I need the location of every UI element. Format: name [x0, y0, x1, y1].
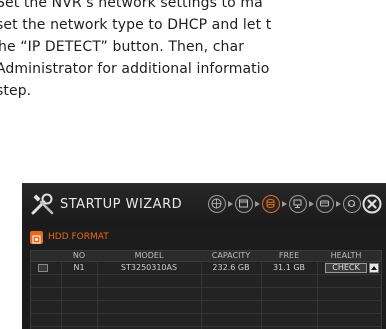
section-title: HDD FORMAT: [48, 232, 109, 242]
wizard-header: STARTUP WIZARD: [22, 184, 386, 226]
cell-no: N1: [73, 263, 85, 272]
row-select-checkbox[interactable]: [38, 264, 48, 272]
hdd-table: NO MODEL CAPACITY FREE HEALTH N1 ST32503…: [30, 250, 382, 329]
instruction-line-2: set the network type to DHCP and let t: [0, 17, 272, 33]
step-arrow: [228, 201, 233, 207]
column-header-capacity: CAPACITY: [211, 251, 251, 260]
instruction-line-4: Administrator for additional informatio: [0, 61, 270, 77]
globe-icon[interactable]: [208, 195, 226, 213]
cell-model: ST3250310AS: [120, 263, 178, 272]
table-row: [31, 288, 381, 301]
table-row[interactable]: N1 ST3250310AS 232.6 GB 31.1 GB CHECK: [31, 262, 381, 275]
close-button[interactable]: [361, 193, 383, 215]
column-header-no: NO: [72, 251, 86, 260]
wizard-tools-icon: [30, 193, 56, 217]
table-row: [31, 275, 381, 288]
startup-wizard-window: STARTUP WIZARD HDD FORMAT NO MODEL CAPAC…: [22, 183, 386, 329]
scroll-up-button[interactable]: [369, 263, 379, 273]
instruction-line-1: Set the NVR’s network settings to ma: [0, 0, 263, 11]
table-row: [31, 301, 381, 314]
column-header-model: MODEL: [134, 251, 164, 260]
column-header-health: HEALTH: [330, 251, 362, 260]
network-icon[interactable]: [289, 195, 307, 213]
step-arrow: [309, 201, 314, 207]
column-header-free: FREE: [278, 251, 300, 260]
cell-capacity: 232.6 GB: [212, 263, 250, 272]
section-bar: HDD FORMAT: [22, 230, 386, 246]
close-icon: [362, 194, 382, 214]
recorder-icon[interactable]: [316, 195, 334, 213]
camera-icon[interactable]: [343, 195, 361, 213]
calendar-icon[interactable]: [235, 195, 253, 213]
wizard-title: STARTUP WIZARD: [60, 197, 183, 212]
table-row: [31, 314, 381, 327]
instruction-line-3: he “IP DETECT” button. Then, char: [0, 39, 245, 55]
health-check-button[interactable]: CHECK: [325, 263, 367, 273]
cell-free: 31.1 GB: [272, 263, 306, 272]
hdd-icon[interactable]: [262, 195, 280, 213]
step-arrow: [336, 201, 341, 207]
step-arrow: [255, 201, 260, 207]
hdd-format-icon: [30, 231, 43, 244]
table-header: NO MODEL CAPACITY FREE HEALTH: [31, 251, 381, 262]
instruction-line-5: step.: [0, 83, 32, 99]
step-arrow: [282, 201, 287, 207]
